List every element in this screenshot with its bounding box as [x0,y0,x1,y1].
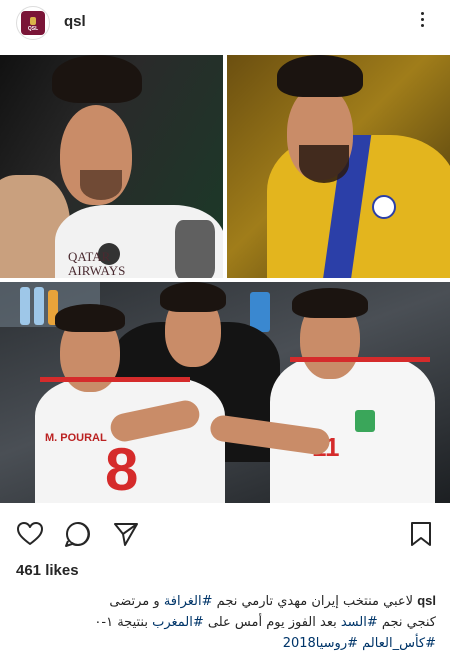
hashtag-link[interactable]: #المغرب [152,615,204,630]
heart-icon[interactable] [16,520,44,548]
logo-text: QSL [27,26,39,32]
photo-player-al-gharafa [227,55,450,278]
likes-count[interactable]: 461 likes [16,562,79,579]
caption-line-1: qsl لاعبي منتخب إيران مهدي تارمي نجم #ال… [16,590,436,612]
caption-text: لاعبي منتخب إيران مهدي تارمي نجم [212,594,414,609]
jersey-sponsor: QATAR AIRWAYS [68,249,126,278]
action-bar [0,512,450,556]
photo-iran-players: M. POURAL 8 11 [0,282,450,503]
username[interactable]: qsl [64,13,86,30]
caption-text: كنجي نجم [377,615,436,630]
more-icon[interactable] [412,12,432,32]
caption: qsl لاعبي منتخب إيران مهدي تارمي نجم #ال… [16,590,436,654]
caption-text: بعد الفوز يوم أمس على [203,615,341,630]
hashtag-link[interactable]: #روسيا2018 [283,636,358,651]
hashtag-link[interactable]: #الغرافة [164,594,213,609]
hashtag-link[interactable]: #كأس_العالم [362,636,436,651]
caption-text: بنتيجة ١-٠ [94,615,153,630]
caption-text: و مرتضى [109,594,164,609]
hashtag-link[interactable]: #السد [341,615,378,630]
bookmark-icon[interactable] [408,520,434,548]
logo-mark [30,17,36,25]
caption-line-3: #كأس_العالم #روسيا2018 [16,633,436,654]
post-header: QSL qsl [0,0,450,46]
jersey-number-8: 8 [105,436,139,503]
caption-username[interactable]: qsl [417,593,436,608]
comment-icon[interactable] [64,520,92,548]
caption-line-2: كنجي نجم #السد بعد الفوز يوم أمس على #ال… [16,612,436,633]
avatar[interactable]: QSL [16,6,50,40]
share-icon[interactable] [112,520,140,548]
qsl-logo: QSL [21,11,45,35]
jersey-name: M. POURAL [45,432,107,444]
photo-player-al-sadd: QATAR AIRWAYS [0,55,223,278]
post-media[interactable]: QATAR AIRWAYS M. POURAL 8 11 [0,55,450,503]
